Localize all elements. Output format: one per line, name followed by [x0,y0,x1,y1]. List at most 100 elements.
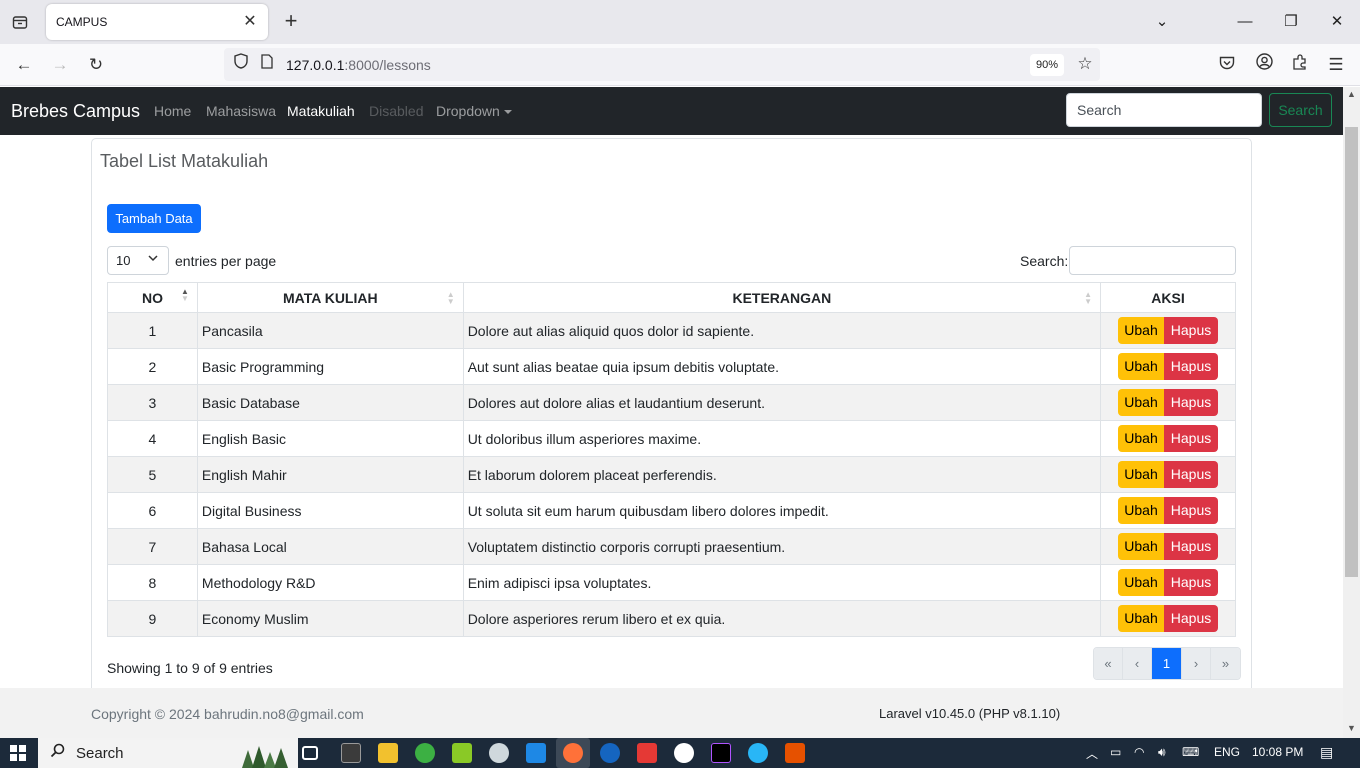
page-scrollbar[interactable]: ▲ ▼ [1343,87,1360,738]
notifications-icon[interactable]: ▤ [1320,744,1333,761]
delete-button[interactable]: Hapus [1164,605,1219,632]
browser-tab[interactable]: CAMPUS ✕ [46,4,268,40]
cell-desc: Dolore asperiores rerum libero et ex qui… [462,600,1102,637]
thunderbird-icon[interactable] [600,743,620,763]
delete-button[interactable]: Hapus [1164,497,1219,524]
cell-actions: Ubah Hapus [1100,492,1236,529]
cell-name: English Basic [196,420,464,457]
add-data-button[interactable]: Tambah Data [107,204,201,233]
nav-link-home[interactable]: Home [154,103,191,119]
shield-icon[interactable] [228,52,254,76]
nav-link-matakuliah[interactable]: Matakuliah [287,103,355,119]
restore-icon[interactable]: ❐ [1276,8,1306,36]
edit-button[interactable]: Ubah [1118,605,1165,632]
new-tab-icon[interactable]: + [280,10,302,34]
cell-desc: Voluptatem distinctio corporis corrupti … [462,528,1102,565]
phpstorm-icon[interactable] [711,743,731,763]
nav-link-mahasiswa[interactable]: Mahasiswa [206,103,276,119]
firefox-active-icon[interactable] [556,738,590,768]
navbar-search-input[interactable] [1066,93,1262,127]
page-footer: Copyright © 2024 bahrudin.no8@gmail.com … [0,688,1343,738]
page-icon[interactable] [254,52,280,76]
table-row: 8 Methodology R&D Enim adipisci ipsa vol… [107,564,1236,601]
edit-button[interactable]: Ubah [1118,461,1165,488]
reload-icon[interactable]: ↻ [83,53,109,77]
volume-icon[interactable]: 🔊︎ [1158,745,1166,760]
edit-button[interactable]: Ubah [1118,353,1165,380]
wifi-icon[interactable]: ◠ [1134,745,1144,759]
delete-button[interactable]: Hapus [1164,425,1219,452]
delete-button[interactable]: Hapus [1164,353,1219,380]
zoom-badge[interactable]: 90% [1030,54,1064,76]
pocket-icon[interactable] [1214,53,1240,77]
chevron-down-icon [148,254,158,265]
table-search-input[interactable] [1069,246,1236,275]
scroll-thumb[interactable] [1345,127,1358,577]
git-app-icon[interactable] [637,743,657,763]
language-indicator[interactable]: ENG [1214,745,1240,759]
column-header-keterangan[interactable]: KETERANGAN ▲ ▼ [462,282,1102,313]
back-icon[interactable]: ← [11,53,37,77]
file-explorer-icon[interactable] [378,743,398,763]
page-prev-button[interactable]: ‹ [1123,648,1152,679]
clock[interactable]: 10:08 PM [1252,745,1303,759]
account-icon[interactable] [1251,53,1277,77]
bookmark-star-icon[interactable]: ☆ [1072,52,1098,76]
edit-button[interactable]: Ubah [1118,497,1165,524]
delete-button[interactable]: Hapus [1164,533,1219,560]
column-header-no[interactable]: NO ▲ ▼ [107,282,198,313]
delete-button[interactable]: Hapus [1164,389,1219,416]
column-header-label: NO [141,289,163,306]
address-bar[interactable]: 127.0.0.1:8000/lessons 90% ☆ [224,48,1100,81]
page-next-button[interactable]: › [1182,648,1211,679]
terminal-app-icon[interactable] [341,743,361,763]
entries-per-page-select[interactable]: 10 [107,246,169,275]
url-text[interactable]: 127.0.0.1:8000/lessons [286,57,431,73]
page-1-button[interactable]: 1 [1152,648,1182,679]
table-row: 3 Basic Database Dolores aut dolore alia… [107,384,1236,421]
scroll-down-icon[interactable]: ▼ [1343,723,1360,737]
tray-overflow-chevron-icon[interactable]: ︿ [1086,745,1098,762]
edit-button[interactable]: Ubah [1118,533,1165,560]
task-view-icon[interactable] [302,746,318,760]
scroll-up-icon[interactable]: ▲ [1343,89,1360,103]
windows-start-icon[interactable] [10,745,26,761]
sublime-merge-icon[interactable] [415,743,435,763]
footer-copyright: Copyright © 2024 bahrudin.no8@gmail.com [91,706,364,722]
edit-button[interactable]: Ubah [1118,389,1165,416]
sublime-text-icon[interactable] [785,743,805,763]
page-last-button[interactable]: » [1211,648,1240,679]
edit-button[interactable]: Ubah [1118,425,1165,452]
sort-icon: ▲ ▼ [1084,290,1093,306]
edit-button[interactable]: Ubah [1118,317,1165,344]
tab-overflow-chevron-icon[interactable]: ⌄ [1147,8,1177,36]
menu-hamburger-icon[interactable]: ☰ [1323,53,1349,77]
delete-button[interactable]: Hapus [1164,317,1219,344]
chrome-dev-icon[interactable] [489,743,509,763]
pagination: « ‹ 1 › » [1093,647,1241,680]
table-row: 6 Digital Business Ut soluta sit eum har… [107,492,1236,529]
navbar-brand[interactable]: Brebes Campus [11,101,140,122]
column-header-mata-kuliah[interactable]: MATA KULIAH ▲ ▼ [196,282,464,313]
extensions-icon[interactable] [1287,53,1313,77]
vscode-icon[interactable] [526,743,546,763]
tab-list-icon[interactable] [8,10,32,34]
cell-desc: Et laborum dolorem placeat perferendis. [462,456,1102,493]
forward-icon[interactable]: → [47,53,73,77]
nav-dropdown[interactable]: Dropdown [436,103,512,119]
delete-button[interactable]: Hapus [1164,461,1219,488]
navbar-search-button[interactable]: Search [1269,93,1332,127]
tab-close-icon[interactable]: ✕ [240,12,260,32]
cell-desc: Ut soluta sit eum harum quibusdam libero… [462,492,1102,529]
battery-icon[interactable]: ▭ [1110,745,1121,759]
edit-button[interactable]: Ubah [1118,569,1165,596]
delete-button[interactable]: Hapus [1164,569,1219,596]
page-first-button[interactable]: « [1094,648,1123,679]
chrome-icon[interactable] [674,743,694,763]
laragon-icon[interactable] [452,743,472,763]
minimize-icon[interactable]: — [1230,8,1260,36]
window-close-icon[interactable]: ✕ [1322,8,1352,36]
keyboard-icon[interactable]: ⌨ [1182,745,1199,759]
taskbar-search-box[interactable]: Search [38,738,298,768]
edge-icon[interactable] [748,743,768,763]
